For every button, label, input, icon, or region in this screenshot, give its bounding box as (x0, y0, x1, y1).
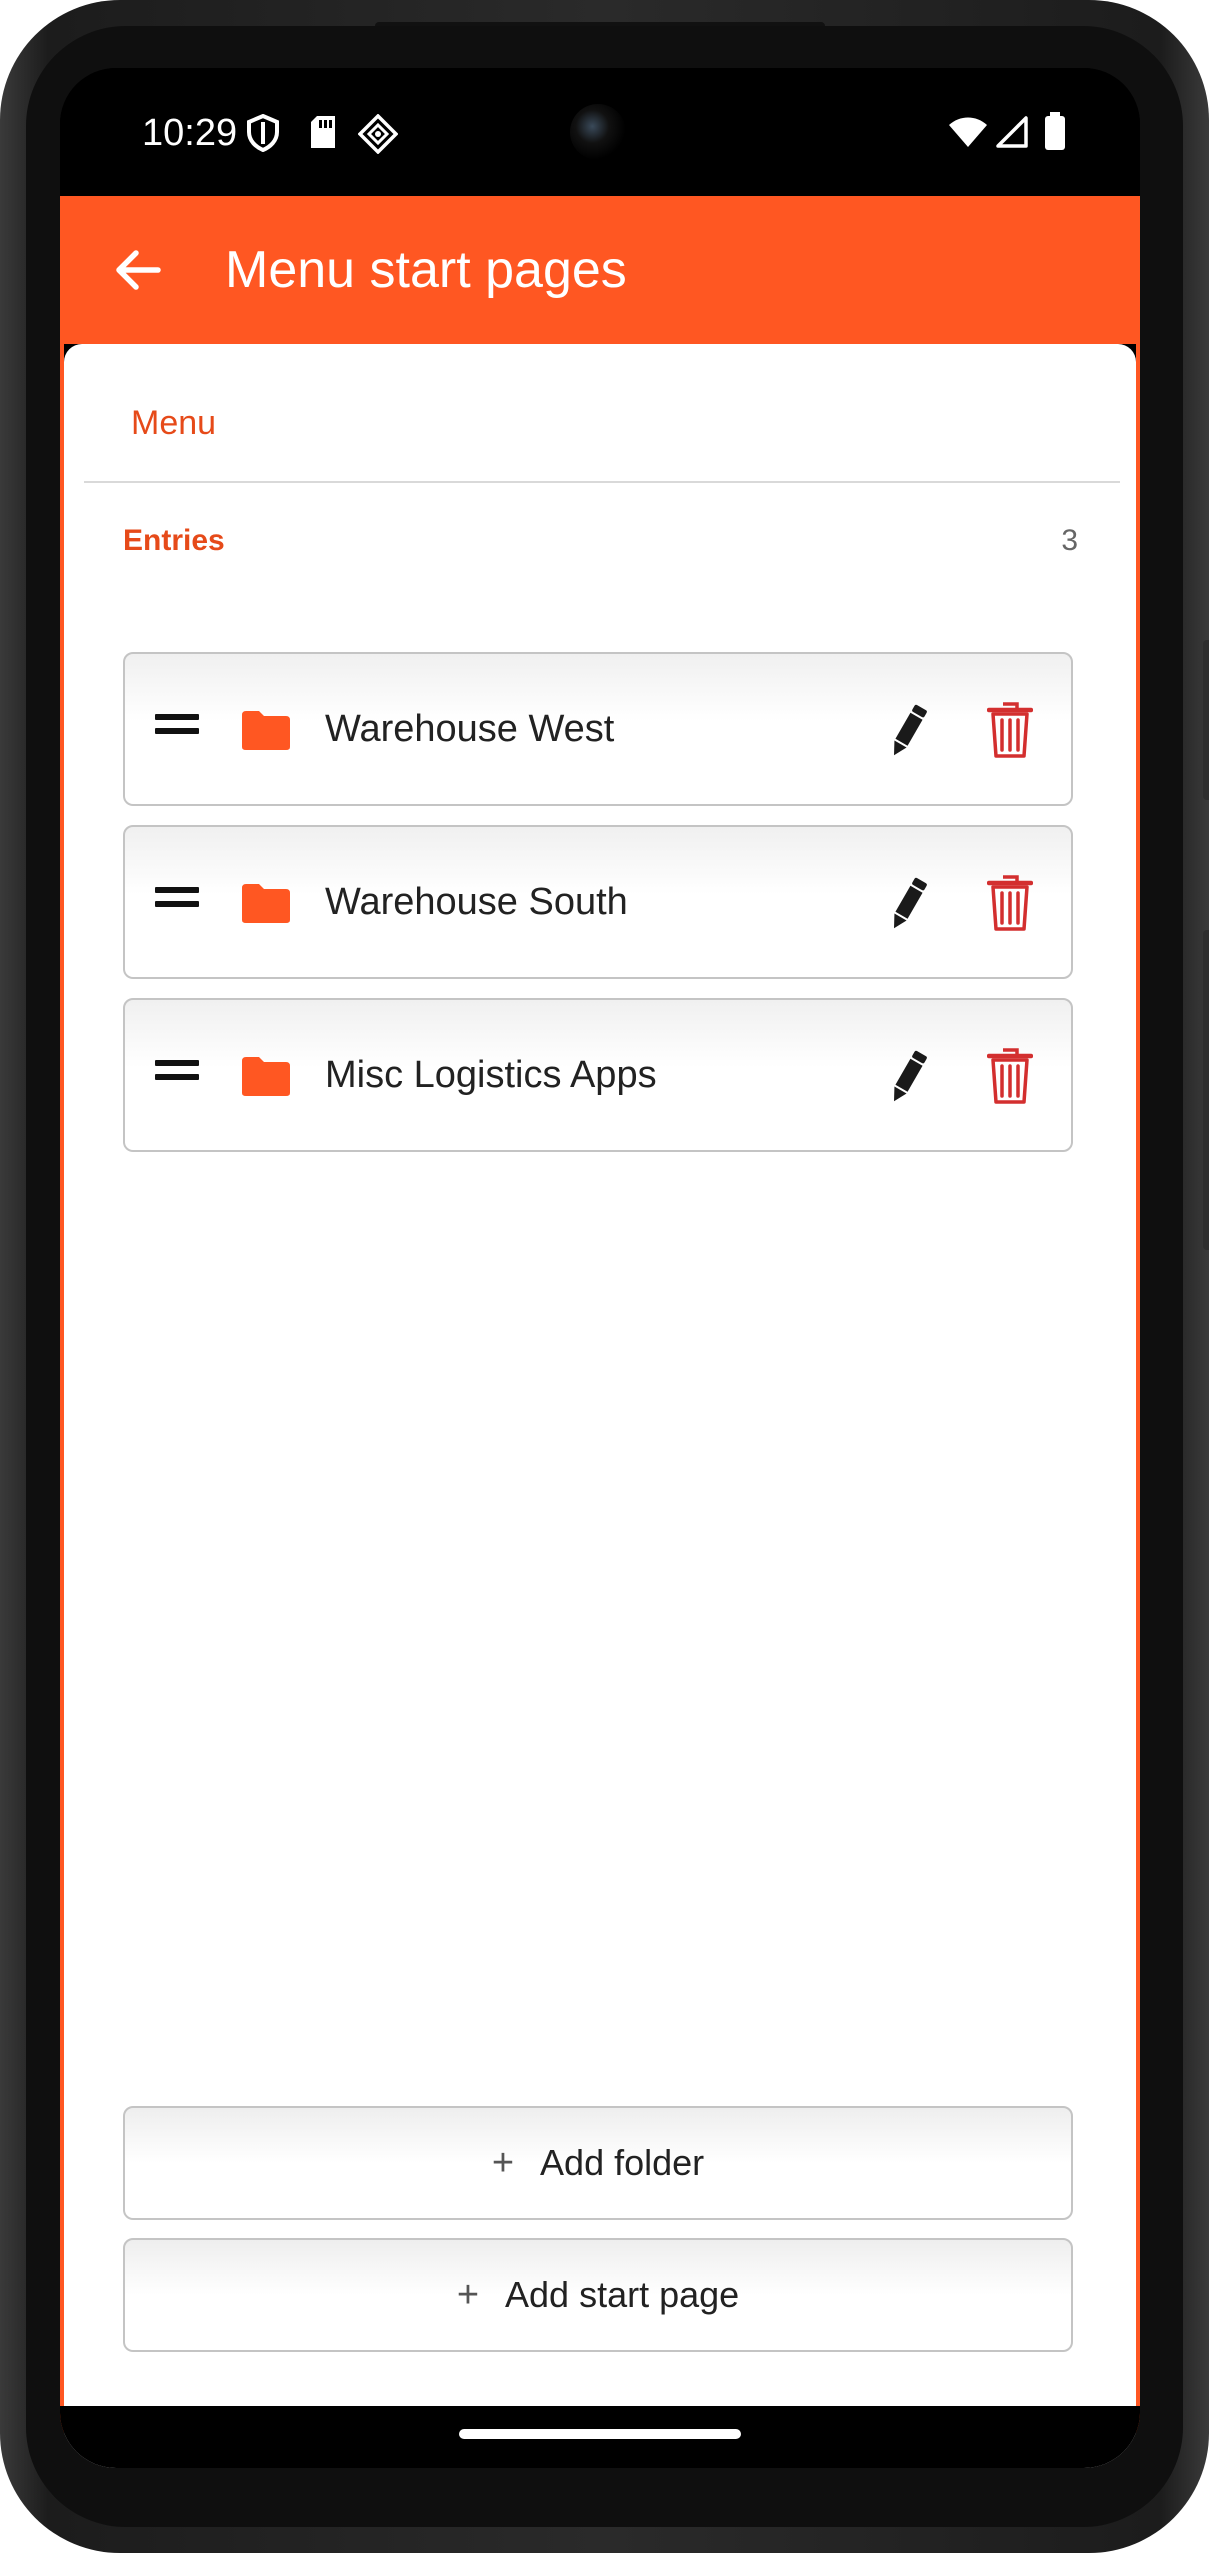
tab-divider (84, 481, 1120, 483)
sd-card-icon (311, 116, 335, 148)
list-item[interactable]: Warehouse West (123, 652, 1073, 806)
home-gesture-handle[interactable] (459, 2429, 741, 2439)
entry-label: Warehouse West (325, 708, 615, 750)
status-bar: 10:29 (60, 68, 1140, 196)
page-title: Menu start pages (225, 241, 627, 299)
add-start-page-button[interactable]: + Add start page (123, 2238, 1073, 2352)
entries-heading: Entries (123, 524, 225, 557)
entry-label: Warehouse South (325, 881, 628, 923)
drag-handle-icon[interactable] (155, 1060, 199, 1086)
phone-frame: 10:29 Menu start pages Menu Entries 3 Wa… (0, 0, 1209, 2553)
pencil-icon[interactable] (885, 875, 931, 933)
folder-icon (242, 711, 290, 750)
arrow-back-icon[interactable] (108, 240, 168, 300)
content-edge-right (1136, 344, 1140, 2468)
app-notification-icon (358, 114, 398, 154)
volume-button (1203, 640, 1209, 800)
app-bar: Menu start pages (60, 196, 1140, 344)
battery-icon (1045, 112, 1065, 150)
plus-icon: + (456, 2274, 480, 2316)
pencil-icon[interactable] (885, 1048, 931, 1106)
power-button (1203, 930, 1209, 1250)
trash-icon[interactable] (987, 874, 1033, 932)
tab-menu[interactable]: Menu (131, 404, 216, 443)
add-folder-button[interactable]: + Add folder (123, 2106, 1073, 2220)
plus-icon: + (491, 2142, 515, 2184)
folder-icon (242, 884, 290, 923)
list-item[interactable]: Misc Logistics Apps (123, 998, 1073, 1152)
front-camera (570, 104, 626, 160)
content-card: Menu Entries 3 Warehouse West Warehouse … (64, 344, 1136, 2468)
list-item[interactable]: Warehouse South (123, 825, 1073, 979)
trash-icon[interactable] (987, 701, 1033, 759)
status-time: 10:29 (142, 112, 238, 154)
pencil-icon[interactable] (885, 702, 931, 760)
screen: 10:29 Menu start pages Menu Entries 3 Wa… (60, 68, 1140, 2468)
drag-handle-icon[interactable] (155, 714, 199, 740)
trash-icon[interactable] (987, 1047, 1033, 1105)
entries-count: 3 (1061, 524, 1078, 557)
add-folder-label: Add folder (540, 2142, 705, 2183)
folder-icon (242, 1057, 290, 1096)
wifi-icon (949, 117, 987, 147)
drag-handle-icon[interactable] (155, 887, 199, 913)
entry-label: Misc Logistics Apps (325, 1054, 657, 1096)
add-start-page-label: Add start page (505, 2274, 740, 2315)
cell-signal-icon (996, 116, 1028, 148)
shield-icon (247, 114, 279, 152)
